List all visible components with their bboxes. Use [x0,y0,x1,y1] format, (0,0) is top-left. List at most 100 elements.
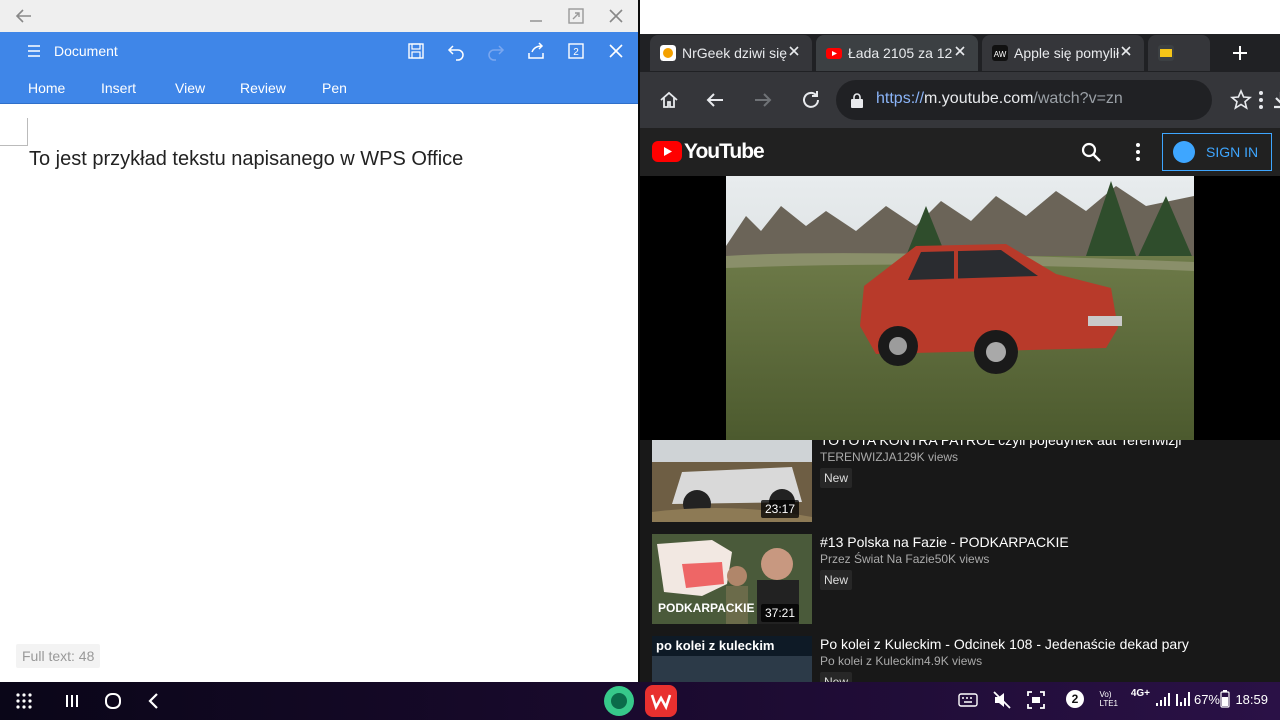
video-duration: 37:21 [761,604,800,622]
browser-tab-nrgeek[interactable]: NrGeek dziwi się [650,35,812,71]
undo-icon[interactable] [446,41,466,61]
video-meta: Po kolei z Kuleckim4.9K views [820,654,983,668]
sign-in-label: SIGN IN [1206,144,1259,160]
video-thumbnail[interactable]: po kolei z kuleckim [652,636,812,682]
redo-icon[interactable] [486,41,506,61]
wps-app-icon[interactable] [645,685,677,717]
more-options-icon[interactable] [1258,89,1264,111]
aw-favicon-icon: AW [992,45,1008,61]
ribbon-tabs: Home Insert View Review Pen [0,72,638,104]
thumb-podkarpackie-text: PODKARPACKIE [658,601,754,615]
video-meta: TERENWIZJA129K views [820,450,959,464]
video-duration: 23:17 [761,500,800,518]
new-badge: New [820,672,853,682]
hamburger-menu-icon[interactable] [26,43,42,59]
window-top-strip [640,0,1280,34]
window-bar [0,0,638,32]
roaming-signal-icon [1176,692,1190,706]
share-icon[interactable] [526,41,546,61]
signal-icon [1156,693,1170,706]
youtube-header: YouTube SIGN IN [640,128,1280,176]
thumb-kuleckim-text: po kolei z kuleckim [656,638,775,653]
screenshot-icon[interactable] [1026,690,1046,710]
browser-tab-imdb[interactable] [1148,35,1210,71]
tab-strip: NrGeek dziwi się Łada 2105 za 12 AW Appl… [640,34,1280,72]
video-title[interactable]: Po kolei z Kuleckim - Odcinek 108 - Jede… [820,636,1189,652]
youtube-favicon-icon [826,48,842,59]
video-frame[interactable] [726,176,1194,440]
network-type: 4G+ [1130,688,1150,699]
tab-close-icon[interactable] [952,43,968,59]
notification-count[interactable]: 2 [1066,690,1084,708]
youtube-wordmark[interactable]: YouTube [684,140,765,164]
new-badge: New [820,570,853,590]
back-icon[interactable] [704,89,726,111]
related-videos: 23:17 TOYOTA KONTRA PATROL czyli pojedyn… [640,440,1280,682]
tab-home[interactable]: Home [28,80,65,96]
tab-pen[interactable]: Pen [322,80,347,96]
forward-icon[interactable] [752,89,774,111]
youtube-more-icon[interactable] [1134,141,1142,163]
lock-icon[interactable] [850,92,864,108]
document-title: Document [54,43,118,59]
address-bar[interactable]: https://m.youtube.com/watch?v=zn [836,80,1280,120]
volte-label: Vo) LTE1 [1099,690,1118,708]
imdb-favicon-icon [1158,45,1174,61]
word-count-label: Full text: 48 [16,644,101,668]
new-tab-icon[interactable] [1230,43,1250,63]
browser-tab-lada[interactable]: Łada 2105 za 12 [816,35,978,71]
system-navigation-bar: 2 Vo) LTE1 4G+ 67% 18:59 [0,682,1280,720]
window-close-icon[interactable] [606,6,626,26]
tab-close-icon[interactable] [786,43,802,59]
screen: Document 2 Home Insert View Review Pen T… [0,0,1280,720]
svg-text:AW: AW [994,50,1007,59]
page-count-icon[interactable]: 2 [566,41,586,61]
battery-icon [1220,690,1230,708]
tab-review[interactable]: Review [240,80,286,96]
reload-icon[interactable] [800,89,822,111]
page-count-badge: 2 [573,47,579,58]
new-badge: New [820,468,853,488]
sign-in-button[interactable]: SIGN IN [1162,133,1272,171]
app-launcher-icon[interactable] [603,685,635,717]
video-meta: Przez Świat Na Fazie50K views [820,552,990,566]
wps-toolbar: Document 2 [0,32,638,72]
battery-percentage: 67% [1193,692,1220,707]
tab-view[interactable]: View [175,80,205,96]
system-back-icon[interactable] [144,691,164,711]
keyboard-icon[interactable] [958,690,978,710]
browser-tab-apple[interactable]: AW Apple się pomylił [982,35,1144,71]
clock: 18:59 [1235,692,1268,707]
home-button-icon[interactable] [103,691,123,711]
tab-insert[interactable]: Insert [101,80,136,96]
url-text[interactable]: https://m.youtube.com/watch?v=zn [876,90,1136,108]
minimize-icon[interactable] [526,6,546,26]
video-title[interactable]: #13 Polska na Fazie - PODKARPACKIE [820,534,1069,550]
save-icon[interactable] [406,41,426,61]
toolbar: https://m.youtube.com/watch?v=zn [640,72,1280,128]
mute-icon[interactable] [992,690,1012,710]
list-item[interactable]: 23:17 TOYOTA KONTRA PATROL czyli pojedyn… [640,440,1280,528]
video-title[interactable]: TOYOTA KONTRA PATROL czyli pojedynek aut… [820,440,1182,448]
list-item[interactable]: PODKARPACKIE 37:21 #13 Polska na Fazie -… [640,534,1280,630]
chrome-window: NrGeek dziwi się Łada 2105 za 12 AW Appl… [640,0,1280,682]
nrgeek-favicon-icon [660,45,676,61]
page-corner-marker [0,118,28,146]
app-drawer-icon[interactable] [14,691,34,711]
list-item[interactable]: po kolei z kuleckim Po kolei z Kuleckim … [640,636,1280,682]
recent-apps-icon[interactable] [62,691,82,711]
close-document-icon[interactable] [606,41,626,61]
tab-close-icon[interactable] [1118,43,1134,59]
video-player[interactable] [640,176,1280,440]
back-arrow-icon[interactable] [14,6,34,26]
home-icon[interactable] [658,89,680,111]
download-icon[interactable] [1270,89,1280,111]
maximize-icon[interactable] [566,6,586,26]
youtube-logo-icon[interactable] [652,141,682,162]
bookmark-star-icon[interactable] [1230,89,1252,111]
search-icon[interactable] [1080,141,1102,163]
wps-window: Document 2 Home Insert View Review Pen T… [0,0,638,682]
document-text[interactable]: To jest przykład tekstu napisanego w WPS… [29,148,463,171]
document-canvas[interactable]: To jest przykład tekstu napisanego w WPS… [0,104,638,682]
account-avatar-icon [1173,141,1195,163]
